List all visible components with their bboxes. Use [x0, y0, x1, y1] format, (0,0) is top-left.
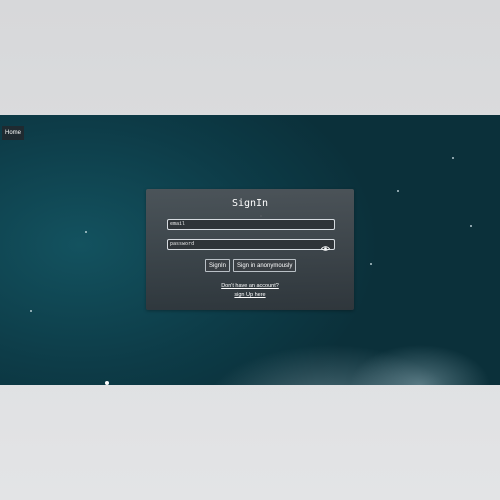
star — [452, 157, 454, 159]
signin-title: SignIn — [231, 198, 269, 209]
signup-link[interactable]: sign Up here — [146, 292, 354, 298]
star — [370, 263, 372, 265]
password-field[interactable] — [167, 239, 335, 250]
no-account-link[interactable]: Don't have an account? — [146, 283, 354, 289]
page-background: Home SignIn SignIn Sign in anonymously D… — [0, 0, 500, 500]
email-field[interactable] — [167, 219, 335, 230]
signin-button[interactable]: SignIn — [205, 259, 231, 272]
star — [397, 190, 399, 192]
star — [30, 310, 32, 312]
star — [85, 231, 87, 233]
eye-icon[interactable] — [320, 240, 331, 251]
light-dot — [105, 381, 109, 385]
sign-in-anonymously-button[interactable]: Sign in anonymously — [233, 259, 297, 272]
signin-card: SignIn SignIn Sign in anonymously Don't … — [146, 189, 354, 310]
star — [470, 225, 472, 227]
home-button[interactable]: Home — [2, 126, 25, 140]
